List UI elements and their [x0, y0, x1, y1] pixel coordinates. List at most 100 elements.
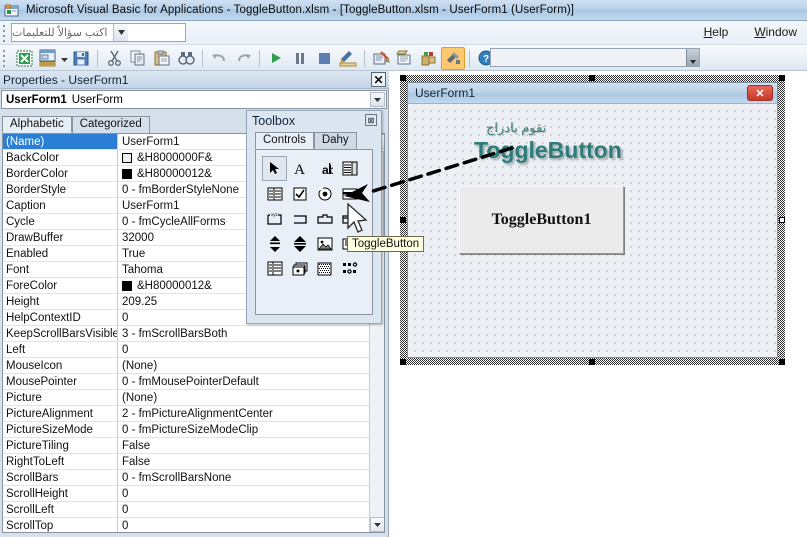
resize-handle-tc[interactable]: [589, 75, 595, 81]
vba-excel-icon: [4, 3, 20, 18]
property-value[interactable]: 0: [118, 486, 370, 501]
property-value[interactable]: 0 - fmPictureSizeModeClip: [118, 422, 370, 437]
cards-icon[interactable]: [287, 256, 312, 281]
object-browser-button[interactable]: [417, 47, 441, 70]
break-button[interactable]: [288, 47, 312, 70]
property-row[interactable]: KeepScrollBarsVisible 3 - fmScrollBarsBot…: [3, 326, 370, 342]
select-objects-icon[interactable]: [262, 156, 287, 181]
checkbox-icon[interactable]: [287, 181, 312, 206]
properties-window-button[interactable]: [393, 47, 417, 70]
togglebutton1[interactable]: ToggleButton1: [459, 186, 624, 254]
color-swatch: [122, 168, 132, 179]
menubar-grip[interactable]: [3, 25, 7, 42]
chevron-down-icon[interactable]: [113, 24, 129, 41]
property-value[interactable]: 3 - fmScrollBarsBoth: [118, 326, 370, 341]
property-value[interactable]: (None): [118, 390, 370, 405]
scroll-down-icon[interactable]: [370, 517, 384, 532]
run-button[interactable]: [264, 47, 288, 70]
tab-dahy[interactable]: Dahy: [313, 132, 357, 149]
dots-icon[interactable]: [337, 256, 362, 281]
property-row[interactable]: PictureTiling False: [3, 438, 370, 454]
menu-item-help[interactable]: Help: [700, 24, 733, 40]
close-icon[interactable]: ⊠: [365, 114, 377, 126]
listview-icon[interactable]: [262, 256, 287, 281]
design-mode-button[interactable]: [336, 47, 360, 70]
scrollbar-icon[interactable]: [262, 231, 287, 256]
resize-handle-tl[interactable]: [400, 75, 406, 81]
property-value[interactable]: 0 - fmScrollBarsNone: [118, 470, 370, 485]
resize-handle-br[interactable]: [779, 359, 785, 365]
optionbutton-icon[interactable]: [312, 181, 337, 206]
close-icon[interactable]: ✕: [747, 85, 773, 101]
resize-handle-mr[interactable]: [779, 217, 785, 223]
property-value[interactable]: False: [118, 438, 370, 453]
view-excel-button[interactable]: [12, 47, 36, 70]
redo-button[interactable]: [231, 47, 255, 70]
property-row[interactable]: ScrollHeight 0: [3, 486, 370, 502]
property-value[interactable]: 2 - fmPictureAlignmentCenter: [118, 406, 370, 421]
menu-item-window[interactable]: Window: [750, 24, 801, 40]
close-icon[interactable]: ✕: [371, 72, 386, 87]
listbox-icon[interactable]: [262, 181, 287, 206]
chevron-down-icon[interactable]: [370, 92, 385, 107]
toolbar-grip[interactable]: [3, 50, 7, 67]
property-row[interactable]: ScrollBars 0 - fmScrollBarsNone: [3, 470, 370, 486]
toolbar-combo-scroll[interactable]: [686, 49, 699, 66]
undo-button[interactable]: [207, 47, 231, 70]
property-row[interactable]: MousePointer 0 - fmMousePointerDefault: [3, 374, 370, 390]
property-row[interactable]: RightToLeft False: [3, 454, 370, 470]
label-togglebutton: ToggleButton: [474, 137, 622, 163]
tabstrip-icon[interactable]: [312, 206, 337, 231]
property-value[interactable]: 0: [118, 502, 370, 517]
reset-button[interactable]: [312, 47, 336, 70]
property-row[interactable]: Left 0: [3, 342, 370, 358]
resize-handle-bc[interactable]: [589, 359, 595, 365]
toolbar-buttons: ?: [12, 46, 498, 70]
spinbutton-icon[interactable]: [287, 231, 312, 256]
property-value-text: &H80000012&: [137, 279, 212, 292]
property-value[interactable]: 0: [118, 518, 370, 532]
property-value[interactable]: (None): [118, 358, 370, 373]
ask-a-question-box[interactable]: اكتب سؤالاً للتعليمات: [11, 23, 186, 42]
resize-handle-ml[interactable]: [400, 217, 406, 223]
property-row[interactable]: PictureAlignment 2 - fmPictureAlignmentCe…: [3, 406, 370, 422]
property-row[interactable]: ScrollLeft 0: [3, 502, 370, 518]
commandbutton-icon[interactable]: [287, 206, 312, 231]
property-row[interactable]: Picture (None): [3, 390, 370, 406]
insert-userform-button[interactable]: [36, 47, 60, 70]
userform-canvas[interactable]: نقوم بادراج ToggleButton ToggleButton1: [408, 104, 777, 357]
tab-alphabetic[interactable]: Alphabetic: [2, 116, 72, 133]
toolbox-button[interactable]: [441, 46, 465, 70]
textbox-icon[interactable]: ab: [312, 156, 337, 181]
label-icon[interactable]: A: [287, 156, 312, 181]
property-row[interactable]: ScrollTop 0: [3, 518, 370, 532]
toolbar-combo[interactable]: [490, 48, 700, 67]
property-value[interactable]: False: [118, 454, 370, 469]
copy-button[interactable]: [126, 47, 150, 70]
userform-selection-frame[interactable]: UserForm1 ✕ نقوم بادراج ToggleButton Tog…: [400, 75, 785, 365]
image-icon[interactable]: [312, 231, 337, 256]
properties-titlebar: Properties - UserForm1 ✕: [0, 71, 389, 89]
toolbox-tabs: Controls Dahy: [255, 132, 357, 149]
userform[interactable]: UserForm1 ✕ نقوم بادراج ToggleButton Tog…: [407, 82, 778, 358]
paste-button[interactable]: [150, 47, 174, 70]
frame-icon[interactable]: xyz: [262, 206, 287, 231]
project-explorer-button[interactable]: [369, 47, 393, 70]
property-row[interactable]: PictureSizeMode 0 - fmPictureSizeModeClip: [3, 422, 370, 438]
hatch-icon[interactable]: [312, 256, 337, 281]
tab-categorized[interactable]: Categorized: [71, 116, 150, 133]
find-button[interactable]: [174, 47, 198, 70]
property-key: MousePointer: [3, 374, 118, 389]
insert-dropdown-arrow[interactable]: [60, 47, 69, 69]
save-button[interactable]: [69, 47, 93, 70]
property-key: PictureAlignment: [3, 406, 118, 421]
property-value[interactable]: 0: [118, 342, 370, 357]
property-value[interactable]: 0 - fmMousePointerDefault: [118, 374, 370, 389]
resize-handle-tr[interactable]: [779, 75, 785, 81]
tab-controls[interactable]: Controls: [255, 132, 314, 149]
property-row[interactable]: MouseIcon (None): [3, 358, 370, 374]
resize-handle-bl[interactable]: [400, 359, 406, 365]
combobox-icon[interactable]: [337, 156, 362, 181]
cut-button[interactable]: [102, 47, 126, 70]
properties-object-combo[interactable]: UserForm1 UserForm: [1, 90, 387, 109]
